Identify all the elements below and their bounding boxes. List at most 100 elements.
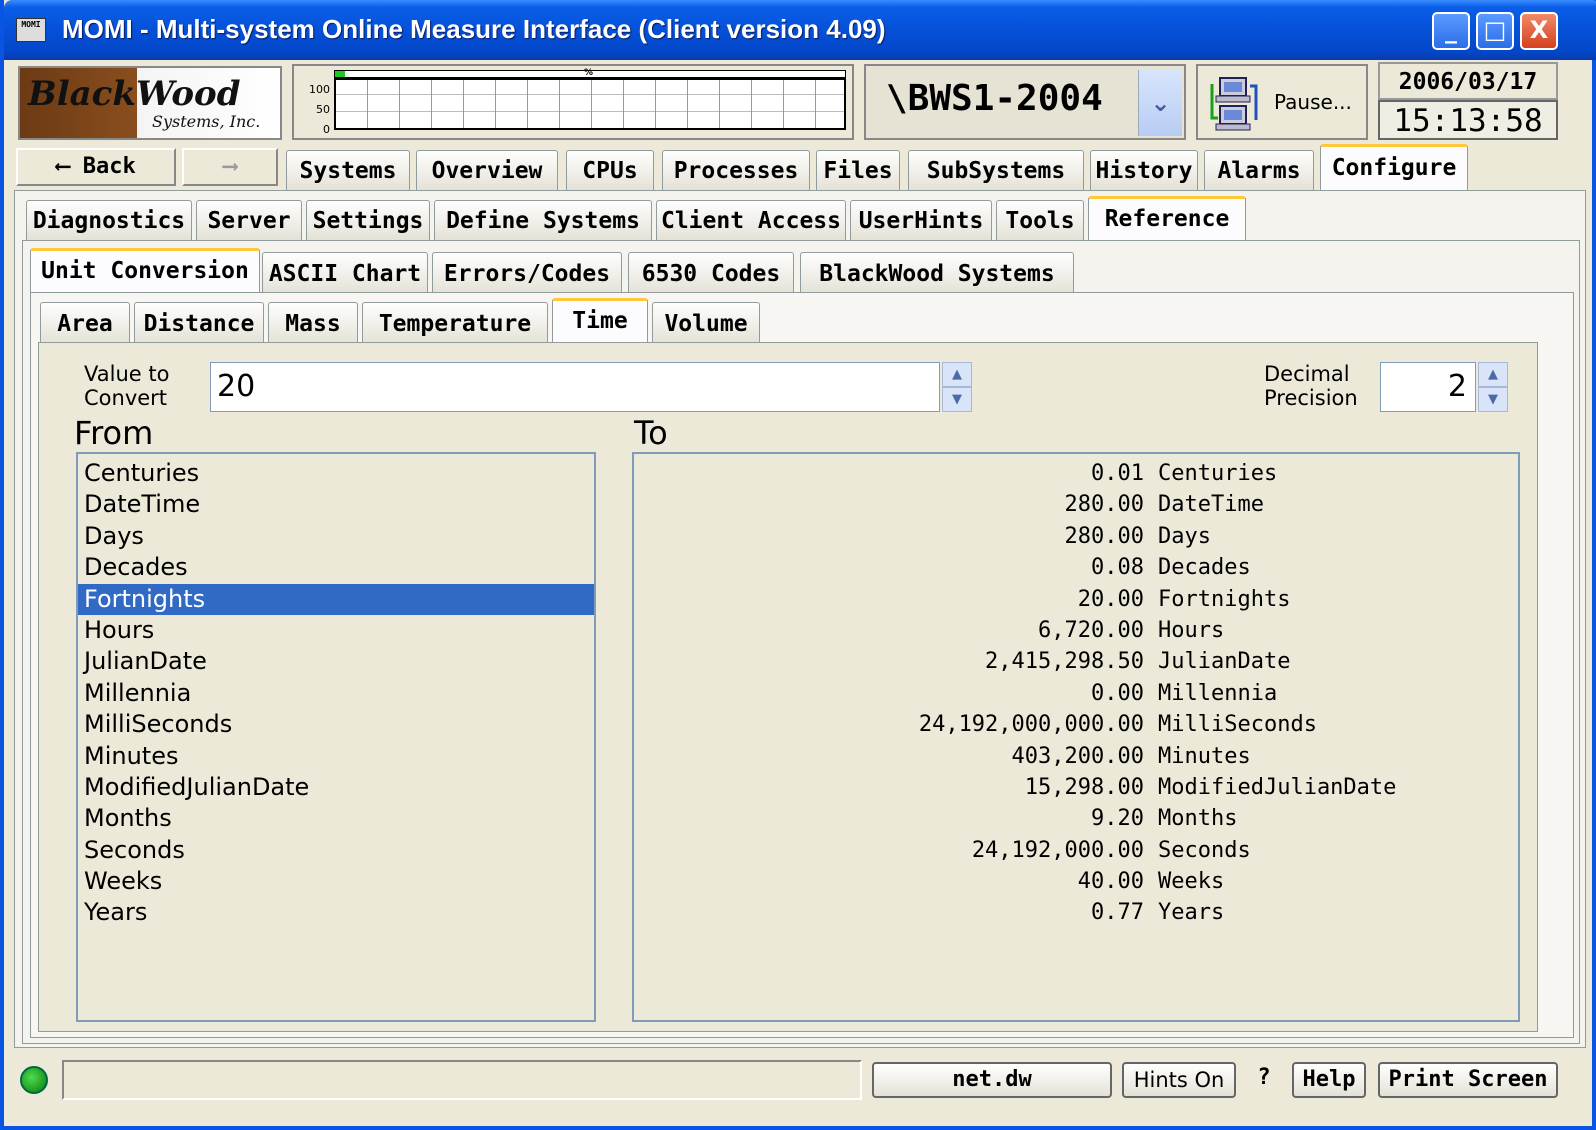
result-row: 403,200.00 Minutes [634,741,1518,772]
chevron-down-icon[interactable]: ⌄ [1138,70,1182,136]
print-screen-button[interactable]: Print Screen [1378,1062,1558,1098]
result-unit: Months [1158,806,1238,832]
tab-volume[interactable]: Volume [652,302,760,344]
from-unit-item[interactable]: Minutes [78,741,594,772]
result-unit: Seconds [1158,837,1251,863]
tab-blackwood-systems[interactable]: BlackWood Systems [800,252,1074,294]
tab-userhints[interactable]: UserHints [850,200,992,240]
tab-server[interactable]: Server [196,200,302,240]
result-unit: Fortnights [1158,586,1291,612]
graph-ticks: 100 50 0 [300,80,330,140]
tab-6530-codes[interactable]: 6530 Codes [628,252,794,294]
result-row: 0.77 Years [634,897,1518,928]
result-row: 40.00 Weeks [634,866,1518,897]
result-value: 280.00 [1064,492,1144,518]
tab-time[interactable]: Time [552,298,648,344]
result-unit: Hours [1158,617,1225,643]
back-arrow-icon: ⟵ [56,154,83,179]
title-bar[interactable]: MOMI MOMI - Multi-system Online Measure … [4,0,1596,60]
precision-input[interactable]: 2 [1380,362,1476,412]
from-unit-item[interactable]: MilliSeconds [78,709,594,740]
from-unit-item[interactable]: Weeks [78,866,594,897]
result-value: 15,298.00 [1024,774,1144,800]
result-row: 2,415,298.50 JulianDate [634,646,1518,677]
tab-configure[interactable]: Configure [1320,144,1468,192]
help-button[interactable]: Help [1292,1062,1366,1098]
from-unit-item[interactable]: Months [78,803,594,834]
result-unit: Decades [1158,555,1251,581]
from-unit-item[interactable]: Decades [78,552,594,583]
graph-percent-label: % [584,68,594,78]
precision-spin-down-icon[interactable]: ▼ [1478,387,1508,412]
tab-ascii-chart[interactable]: ASCII Chart [262,252,428,294]
from-unit-item[interactable]: ModifiedJulianDate [78,772,594,803]
tab-client-access[interactable]: Client Access [656,200,846,240]
close-button[interactable]: X [1520,12,1558,50]
from-unit-item[interactable]: Centuries [78,458,594,489]
tab-mass[interactable]: Mass [268,302,358,344]
tab-reference[interactable]: Reference [1088,196,1246,242]
tab-history[interactable]: History [1090,150,1198,190]
tab-processes[interactable]: Processes [662,150,810,190]
value-spin-up-icon[interactable]: ▲ [942,362,972,387]
result-value: 20.00 [1077,586,1144,612]
system-name: \BWS1-2004 [886,78,1103,119]
from-unit-item[interactable]: Fortnights [78,583,594,615]
system-selector[interactable]: \BWS1-2004 ⌄ [864,64,1186,140]
result-value: 0.08 [1091,555,1144,581]
result-unit: Millennia [1158,680,1278,706]
precision-spin-up-icon[interactable]: ▲ [1478,362,1508,387]
result-row: 20.00 Fortnights [634,584,1518,615]
from-unit-item[interactable]: Seconds [78,835,594,866]
tab-alarms[interactable]: Alarms [1204,150,1314,190]
current-time: 15:13:58 [1378,100,1558,140]
result-unit: DateTime [1158,492,1264,518]
tab-overview[interactable]: Overview [416,150,558,190]
tab-settings[interactable]: Settings [306,200,430,240]
host-button[interactable]: net.dw [872,1062,1112,1098]
tab-area[interactable]: Area [40,302,130,344]
pause-label: Pause... [1274,90,1352,114]
minimize-button[interactable]: _ [1432,12,1470,50]
result-unit: JulianDate [1158,649,1291,675]
question-icon[interactable]: ? [1246,1062,1282,1098]
tab-systems[interactable]: Systems [286,150,410,190]
hints-toggle[interactable]: Hints On [1122,1062,1236,1098]
result-value: 40.00 [1077,869,1144,895]
tab-errors-codes[interactable]: Errors/Codes [432,252,622,294]
current-date: 2006/03/17 [1378,62,1558,100]
back-label: Back [82,154,136,179]
to-results-list: 0.01 Centuries 280.00 DateTime 280.00 Days 0.0… [632,452,1520,1022]
from-unit-item[interactable]: JulianDate [78,646,594,677]
app-icon: MOMI [16,18,46,42]
tab-cpus[interactable]: CPUs [566,150,654,190]
tab-distance[interactable]: Distance [134,302,264,344]
from-unit-item[interactable]: Hours [78,615,594,646]
forward-button[interactable]: ⟶ [182,148,278,186]
value-label-line1: Value to [84,362,170,386]
back-button[interactable]: ⟵ Back [16,148,176,186]
maximize-button[interactable]: □ [1476,12,1514,50]
result-unit: Years [1158,900,1225,926]
graph-level-fill [335,71,346,77]
value-input[interactable]: 20 [210,362,940,412]
pause-button[interactable]: Pause... [1196,64,1368,140]
from-unit-item[interactable]: Years [78,897,594,928]
from-unit-list[interactable]: Centuries DateTime Days Decades Fortnights Ho… [76,452,596,1022]
value-spin-down-icon[interactable]: ▼ [942,387,972,412]
tab-define-systems[interactable]: Define Systems [434,200,652,240]
result-value: 24,192,000,000.00 [918,712,1144,738]
from-unit-item[interactable]: Millennia [78,678,594,709]
from-unit-item[interactable]: DateTime [78,489,594,520]
tab-files[interactable]: Files [816,150,900,190]
tab-unit-conversion[interactable]: Unit Conversion [30,248,260,294]
result-unit: Minutes [1158,743,1251,769]
tab-subsystems[interactable]: SubSystems [908,150,1084,190]
computers-sync-icon [1210,77,1258,131]
tab-diagnostics[interactable]: Diagnostics [26,200,192,240]
result-value: 0.00 [1091,680,1144,706]
to-heading: To [634,414,668,452]
tab-tools[interactable]: Tools [996,200,1084,240]
tab-temperature[interactable]: Temperature [362,302,548,344]
from-unit-item[interactable]: Days [78,521,594,552]
